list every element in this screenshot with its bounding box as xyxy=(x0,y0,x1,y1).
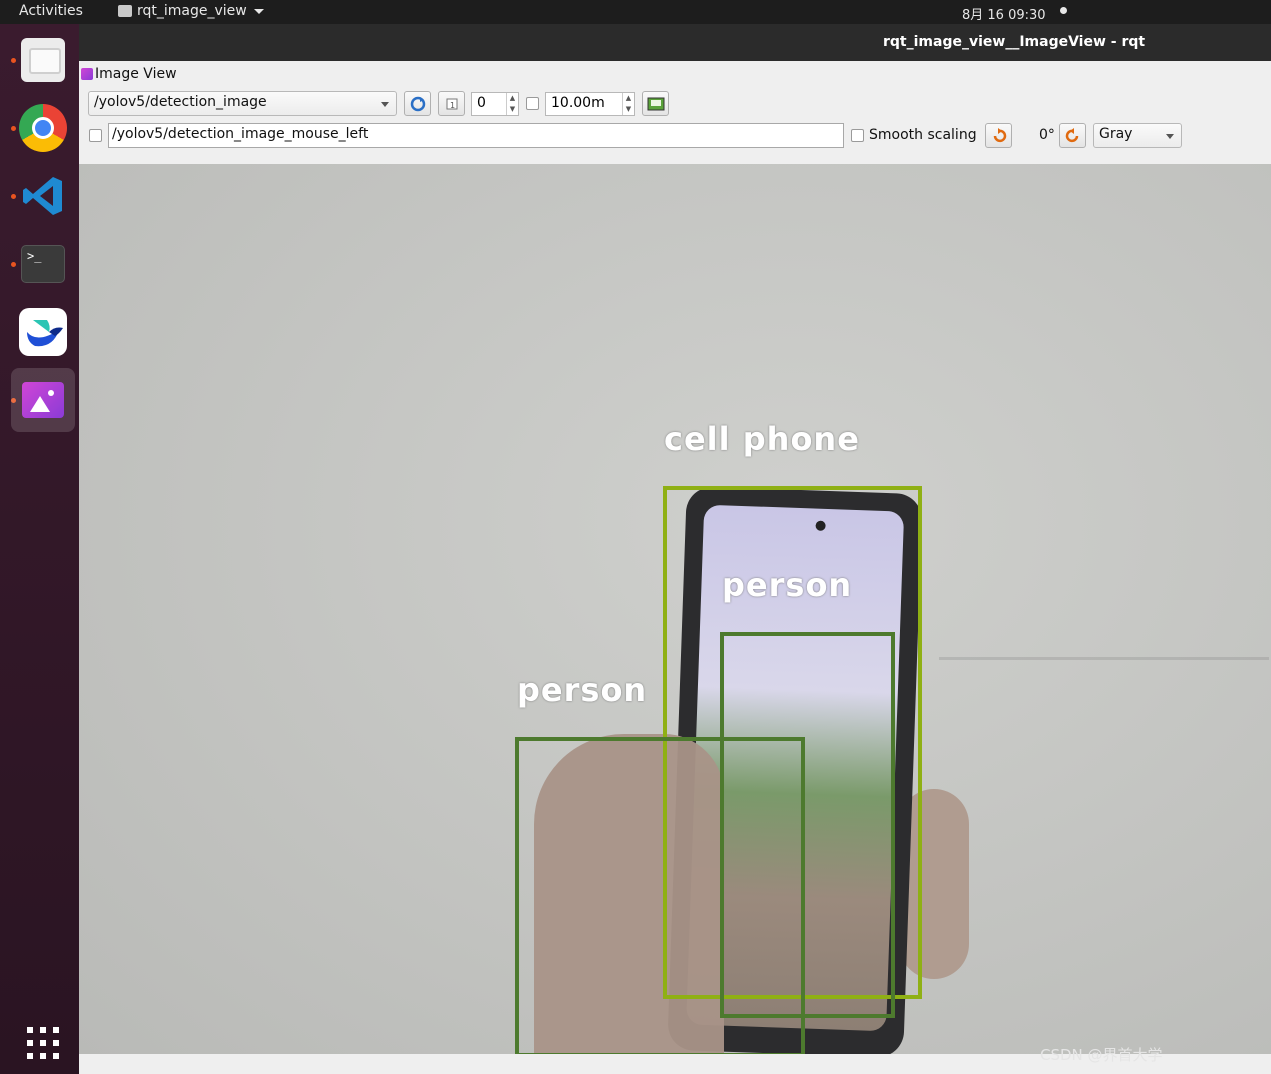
zoom-1-button[interactable]: 1 xyxy=(438,91,465,116)
detection-label: cell phone xyxy=(664,420,860,458)
rate-spin-box[interactable]: 10.00m ▲ ▼ xyxy=(545,92,635,116)
dock: >_ xyxy=(0,24,79,1074)
plugin-header: Image View xyxy=(79,61,1271,87)
top-panel: Activities rqt_image_view 8月 16 09:30 xyxy=(0,0,1271,24)
spin-box[interactable]: 0 ▲ ▼ xyxy=(471,92,519,116)
dock-terminal[interactable]: >_ xyxy=(11,232,75,296)
color-mode-select[interactable]: Gray xyxy=(1093,123,1182,148)
topic-select[interactable]: /yolov5/detection_image xyxy=(88,91,397,116)
smooth-scaling-label: Smooth scaling xyxy=(869,127,977,143)
rate-spin-value: 10.00m xyxy=(551,95,605,111)
chrome-icon xyxy=(19,104,67,152)
mouse-topic-value: /yolov5/detection_image_mouse_left xyxy=(112,126,369,142)
activities-button[interactable]: Activities xyxy=(19,3,83,19)
rotate-left-icon xyxy=(993,127,1006,142)
detection-label: person xyxy=(517,671,648,709)
mouse-publish-checkbox[interactable] xyxy=(89,129,102,142)
dock-chrome[interactable] xyxy=(11,96,75,160)
window-titlebar[interactable]: rqt_image_view__ImageView - rqt xyxy=(79,24,1271,61)
image-view-icon xyxy=(81,68,93,80)
chevron-down-icon xyxy=(381,102,389,107)
smooth-scaling-checkbox[interactable] xyxy=(851,129,864,142)
watermark: CSDN @界首大学 xyxy=(1040,1046,1163,1064)
chevron-down-icon xyxy=(253,8,264,14)
image-viewer-icon xyxy=(22,382,64,418)
terminal-icon: >_ xyxy=(21,245,65,283)
spin-box-value: 0 xyxy=(477,95,486,111)
svg-text:1: 1 xyxy=(450,101,455,110)
background-streak xyxy=(939,657,1269,660)
app-menu[interactable]: rqt_image_view xyxy=(118,3,264,19)
clock[interactable]: 8月 16 09:30 xyxy=(962,4,1046,23)
rqt-window: rqt_image_view__ImageView - rqt Image Vi… xyxy=(79,24,1271,1074)
chevron-down-icon xyxy=(1166,134,1174,139)
dock-feishu[interactable] xyxy=(11,300,75,364)
show-apps-icon[interactable] xyxy=(27,1027,59,1059)
topic-select-value: /yolov5/detection_image xyxy=(94,94,267,110)
feishu-icon xyxy=(19,308,67,356)
detection-box-person xyxy=(515,737,805,1054)
image-viewport[interactable]: cell phone person person xyxy=(79,164,1271,1054)
dock-vscode[interactable] xyxy=(11,164,75,228)
rotation-label: 0° xyxy=(1039,127,1055,143)
spin-arrows-icon[interactable]: ▲ ▼ xyxy=(506,93,518,115)
detection-label: person xyxy=(722,566,853,604)
plugin-title: Image View xyxy=(95,66,177,82)
spin-arrows-icon[interactable]: ▲ ▼ xyxy=(622,93,634,115)
app-menu-icon xyxy=(118,5,132,17)
rate-checkbox[interactable] xyxy=(526,97,539,110)
files-icon xyxy=(21,38,65,82)
window-title: rqt_image_view__ImageView - rqt xyxy=(883,34,1146,50)
rotate-right-icon xyxy=(1065,127,1078,142)
dock-image-view[interactable] xyxy=(11,368,75,432)
save-image-icon xyxy=(647,97,664,110)
notification-dot-icon xyxy=(1060,7,1067,14)
zoom-original-icon: 1 xyxy=(446,98,457,110)
dock-files[interactable] xyxy=(11,28,75,92)
color-mode-value: Gray xyxy=(1099,126,1133,142)
app-menu-label: rqt_image_view xyxy=(137,3,247,19)
refresh-icon xyxy=(410,96,425,111)
mouse-topic-input[interactable]: /yolov5/detection_image_mouse_left xyxy=(108,123,844,148)
refresh-topics-button[interactable] xyxy=(404,91,431,116)
save-image-button[interactable] xyxy=(642,91,669,116)
vscode-icon xyxy=(23,177,62,215)
rotate-left-button[interactable] xyxy=(985,123,1012,148)
rotate-right-button[interactable] xyxy=(1059,123,1086,148)
